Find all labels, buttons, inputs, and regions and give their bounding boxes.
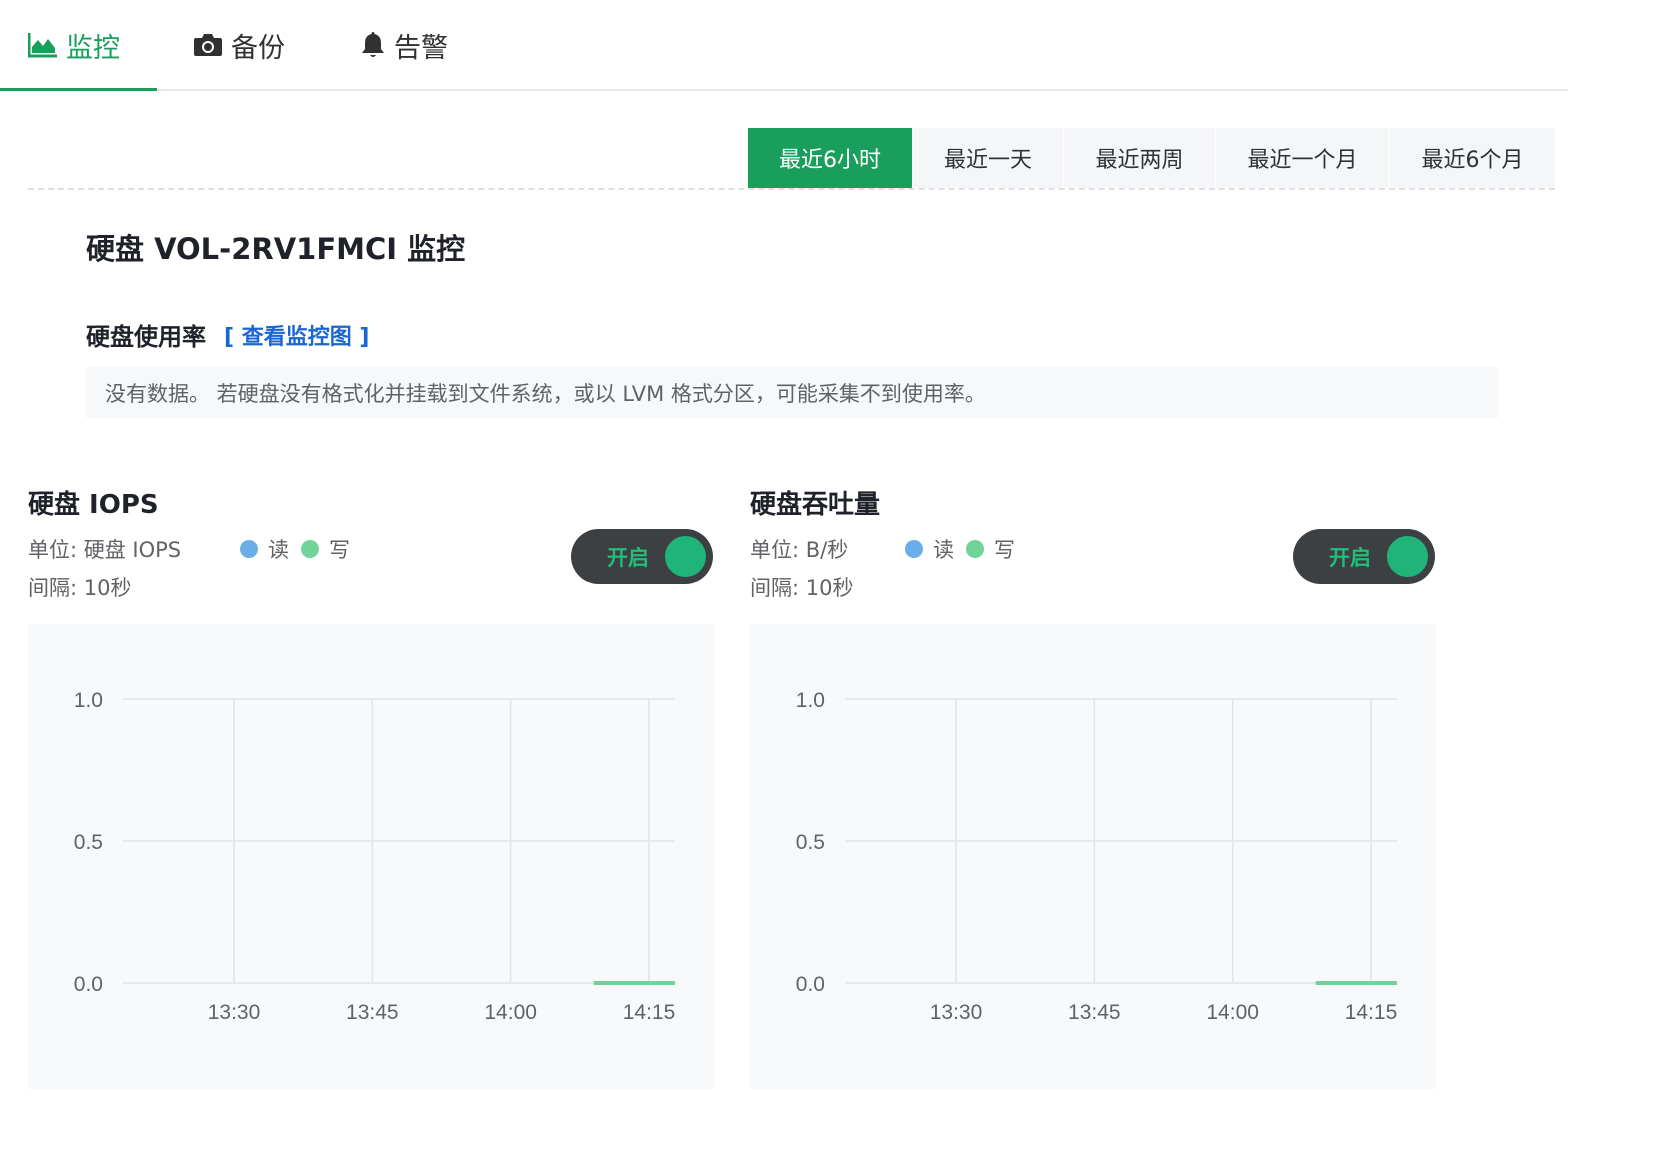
tab-label: 备份 [231, 32, 285, 64]
tab-backup[interactable]: 备份 [193, 0, 285, 90]
active-tab-indicator [0, 88, 157, 91]
legend-read-label: 读 [268, 538, 289, 562]
usage-section-title: 硬盘使用率 [ 查看监控图 ] [86, 317, 369, 352]
realtime-toggle[interactable]: 开启 [571, 529, 713, 584]
interval-label: 间隔: 10秒 [28, 576, 132, 600]
legend-read-dot [905, 540, 923, 558]
iops-panel: 硬盘 IOPS 单位: 硬盘 IOPS 间隔: 10秒 读 写 开启 1.0 0.… [28, 484, 714, 1089]
range-2w-button[interactable]: 最近两周 [1063, 128, 1215, 188]
throughput-chart: 1.0 0.5 0.0 13:30 13:45 14:00 14:15 [750, 624, 1436, 1089]
throughput-panel: 硬盘吞吐量 单位: B/秒 间隔: 10秒 读 写 开启 1.0 0.5 0.0 13… [750, 484, 1436, 1089]
range-1d-button[interactable]: 最近一天 [912, 128, 1063, 188]
usage-notice: 没有数据。 若硬盘没有格式化并挂载到文件系统，或以 LVM 格式分区，可能采集不… [86, 367, 1498, 418]
x-tick-label: 14:15 [623, 1001, 676, 1024]
x-tick-label: 13:45 [346, 1001, 399, 1024]
y-tick-label: 0.5 [74, 831, 103, 854]
legend-read-label: 读 [933, 538, 954, 562]
legend-write-dot [966, 540, 984, 558]
time-range-selector: 最近6小时 最近一天 最近两周 最近一个月 最近6个月 [747, 128, 1555, 188]
time-range-bar: 最近6小时 最近一天 最近两周 最近一个月 最近6个月 [28, 128, 1555, 190]
camera-icon [193, 32, 223, 58]
chart-legend: 读 写 [905, 534, 1027, 564]
y-tick-label: 0.0 [74, 973, 103, 996]
iops-chart: 1.0 0.5 0.0 13:30 13:45 14:00 14:15 [28, 624, 714, 1089]
x-tick-label: 13:45 [1068, 1001, 1121, 1024]
toggle-knob [665, 536, 706, 577]
x-tick-label: 14:00 [1206, 1001, 1259, 1024]
interval-label: 间隔: 10秒 [750, 576, 854, 600]
view-usage-chart-link[interactable]: [ 查看监控图 ] [224, 319, 369, 351]
usage-title: 硬盘使用率 [86, 323, 206, 351]
range-6m-button[interactable]: 最近6个月 [1389, 128, 1555, 188]
toggle-label: 开启 [1329, 545, 1371, 570]
tab-label: 监控 [66, 32, 120, 64]
x-tick-label: 13:30 [930, 1001, 983, 1024]
chart-legend: 读 写 [240, 534, 362, 564]
x-tick-label: 14:15 [1345, 1001, 1398, 1024]
x-tick-label: 13:30 [208, 1001, 261, 1024]
tab-monitor[interactable]: 监控 [28, 0, 120, 90]
y-tick-label: 0.5 [796, 831, 825, 854]
range-1m-button[interactable]: 最近一个月 [1215, 128, 1389, 188]
y-tick-label: 1.0 [796, 689, 825, 712]
panel-title: 硬盘吞吐量 [750, 490, 881, 520]
page-title: 硬盘 VOL-2RV1FMCI 监控 [86, 232, 466, 266]
toggle-knob [1387, 536, 1428, 577]
realtime-toggle[interactable]: 开启 [1293, 529, 1435, 584]
unit-label: 单位: B/秒 [750, 538, 849, 562]
legend-write-label: 写 [994, 538, 1015, 562]
y-tick-label: 1.0 [74, 689, 103, 712]
x-tick-label: 14:00 [484, 1001, 537, 1024]
panel-title: 硬盘 IOPS [28, 490, 159, 520]
unit-label: 单位: 硬盘 IOPS [28, 538, 182, 562]
toggle-label: 开启 [607, 545, 649, 570]
legend-write-label: 写 [329, 538, 350, 562]
bell-icon [360, 31, 386, 59]
tab-alert[interactable]: 告警 [360, 0, 448, 90]
range-6h-button[interactable]: 最近6小时 [747, 128, 912, 188]
legend-read-dot [240, 540, 258, 558]
y-tick-label: 0.0 [796, 973, 825, 996]
legend-write-dot [301, 540, 319, 558]
tab-bar: 监控 备份 告警 [0, 0, 1568, 91]
area-chart-icon [28, 32, 58, 58]
tab-label: 告警 [394, 32, 448, 64]
